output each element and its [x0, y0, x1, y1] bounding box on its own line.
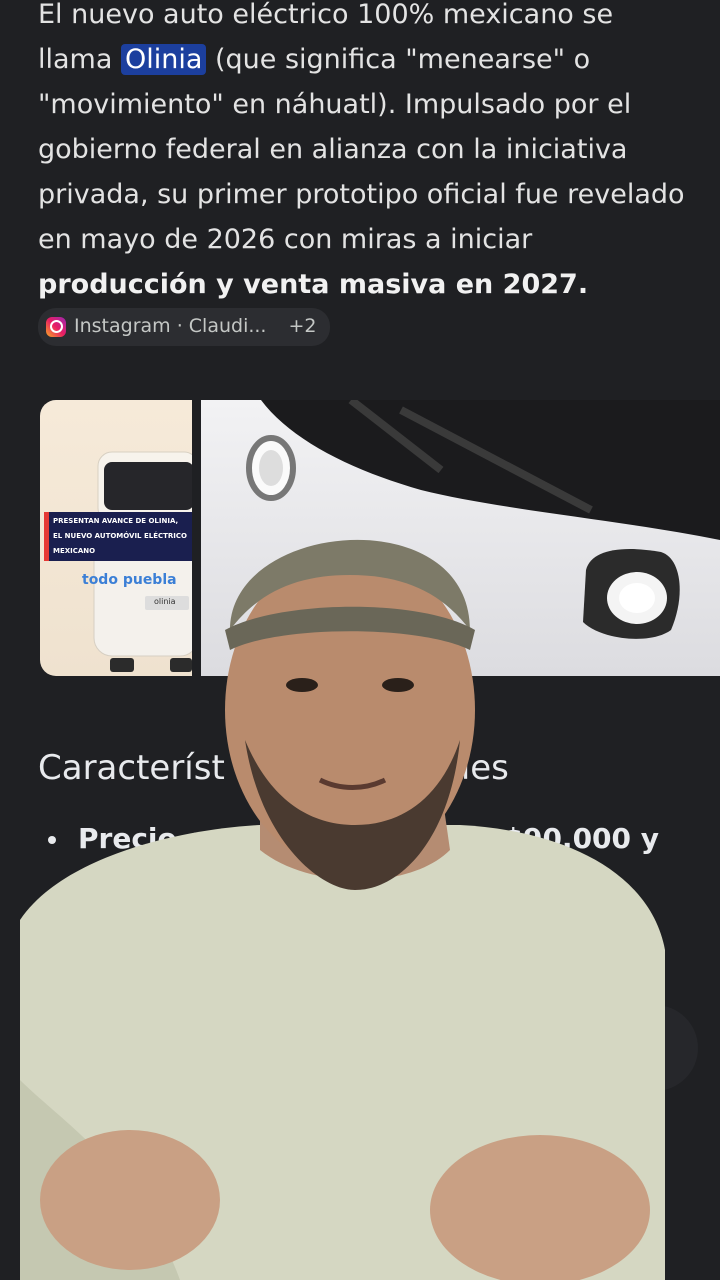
answer-text-2: (que significa "menearse" o "movimiento"… — [38, 44, 685, 255]
source-chip[interactable]: Instagram · Claudi... +2 — [38, 307, 331, 346]
instagram-icon — [46, 316, 66, 337]
presenter-video-overlay — [20, 539, 665, 1280]
source-chip-more: +2 — [288, 315, 317, 337]
answer-bold-text: producción y venta masiva en 2027. — [38, 269, 589, 300]
answer-paragraph: El nuevo auto eléctrico 100% mexicano se… — [38, 0, 688, 352]
source-chip-label: Instagram · Claudi... — [74, 315, 267, 337]
highlighted-term-olinia[interactable]: Olinia — [120, 44, 207, 75]
